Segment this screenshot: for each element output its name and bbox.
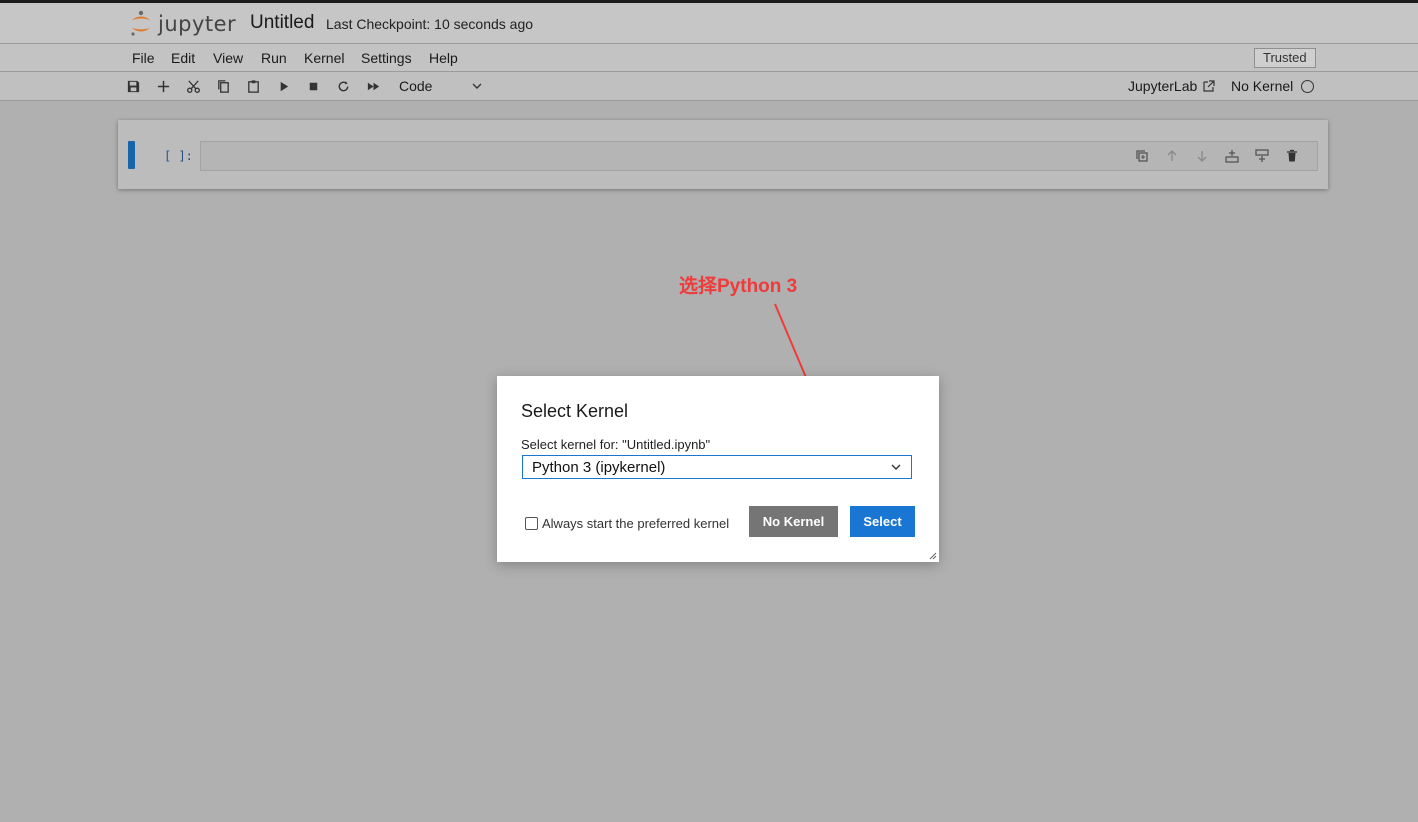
kernel-status-label: No Kernel xyxy=(1231,78,1294,94)
cut-button[interactable] xyxy=(183,77,203,95)
code-cell[interactable]: [ ]: xyxy=(118,120,1328,189)
menu-settings[interactable]: Settings xyxy=(361,50,412,66)
cell-editor[interactable] xyxy=(200,141,1318,171)
cell-toolbar xyxy=(1127,145,1307,167)
select-button[interactable]: Select xyxy=(850,506,915,537)
save-button[interactable] xyxy=(123,77,143,95)
notebook-toolbar: Code JupyterLab No Kernel xyxy=(0,72,1418,101)
notebook-header: jupyter Untitled Last Checkpoint: 10 sec… xyxy=(0,3,1418,44)
chevron-down-icon xyxy=(891,464,901,470)
menu-edit[interactable]: Edit xyxy=(171,50,195,66)
jupyterlab-link[interactable]: JupyterLab xyxy=(1128,78,1217,94)
dialog-title: Select Kernel xyxy=(521,401,629,421)
menu-view[interactable]: View xyxy=(213,50,243,66)
menu-run[interactable]: Run xyxy=(261,50,287,66)
cut-icon xyxy=(186,79,200,93)
move-down-button[interactable] xyxy=(1187,145,1217,167)
cell-prompt: [ ]: xyxy=(164,149,193,163)
external-link-icon xyxy=(1203,80,1215,92)
restart-button[interactable] xyxy=(333,77,353,95)
kernel-select-value: Python 3 (ipykernel) xyxy=(532,459,666,476)
restart-icon xyxy=(338,80,348,91)
trusted-badge[interactable]: Trusted xyxy=(1254,48,1316,68)
preferred-kernel-checkbox[interactable] xyxy=(525,517,538,530)
cell-collapser[interactable] xyxy=(128,141,135,169)
kernel-status[interactable]: No Kernel xyxy=(1231,78,1315,94)
dialog-label: Select kernel for: "Untitled.ipynb" xyxy=(521,437,711,452)
jupyterlab-label: JupyterLab xyxy=(1128,78,1198,94)
insert-above-button[interactable] xyxy=(1217,145,1247,167)
paste-icon xyxy=(247,79,259,93)
menu-kernel[interactable]: Kernel xyxy=(304,50,344,66)
last-checkpoint: Last Checkpoint: 10 seconds ago xyxy=(326,16,534,32)
fast-forward-icon xyxy=(367,82,379,90)
run-button[interactable] xyxy=(273,77,293,95)
no-kernel-button[interactable]: No Kernel xyxy=(749,506,838,537)
jupyter-logo-icon xyxy=(131,10,150,36)
duplicate-cell-button[interactable] xyxy=(1127,145,1157,167)
logo-text: jupyter xyxy=(158,12,237,36)
run-all-button[interactable] xyxy=(363,77,383,95)
insert-above-icon xyxy=(1225,150,1239,163)
annotation-label: 选择Python 3 xyxy=(679,276,798,297)
run-icon xyxy=(280,81,288,91)
preferred-kernel-checkbox-row[interactable]: Always start the preferred kernel xyxy=(525,516,729,531)
add-cell-icon xyxy=(157,80,169,92)
delete-icon xyxy=(1287,149,1297,162)
stop-button[interactable] xyxy=(303,77,323,95)
menu-help[interactable]: Help xyxy=(429,50,458,66)
move-up-icon xyxy=(1167,150,1177,161)
kernel-select[interactable]: Python 3 (ipykernel) xyxy=(522,455,912,479)
move-up-button[interactable] xyxy=(1157,145,1187,167)
select-kernel-dialog: Select Kernel Select kernel for: "Untitl… xyxy=(497,376,939,562)
menu-file[interactable]: File xyxy=(132,50,155,66)
jupyter-logo[interactable]: jupyter xyxy=(129,9,236,39)
duplicate-icon xyxy=(1136,150,1148,162)
insert-below-button[interactable] xyxy=(1247,145,1277,167)
stop-icon xyxy=(309,82,317,90)
menu-bar: File Edit View Run Kernel Settings Help … xyxy=(0,44,1418,72)
copy-icon xyxy=(217,79,229,93)
resize-grip-icon[interactable] xyxy=(927,550,937,560)
add-cell-button[interactable] xyxy=(153,77,173,95)
save-icon xyxy=(127,80,139,92)
notebook-title[interactable]: Untitled xyxy=(250,12,314,34)
cell-type-dropdown[interactable]: Code xyxy=(399,78,485,94)
delete-cell-button[interactable] xyxy=(1277,145,1307,167)
kernel-idle-circle-icon xyxy=(1301,79,1315,93)
paste-button[interactable] xyxy=(243,77,263,95)
chevron-down-icon xyxy=(472,83,482,89)
move-down-icon xyxy=(1197,151,1207,162)
copy-button[interactable] xyxy=(213,77,233,95)
cell-type-value: Code xyxy=(399,78,433,94)
preferred-kernel-label: Always start the preferred kernel xyxy=(542,516,730,531)
insert-below-icon xyxy=(1255,149,1269,162)
